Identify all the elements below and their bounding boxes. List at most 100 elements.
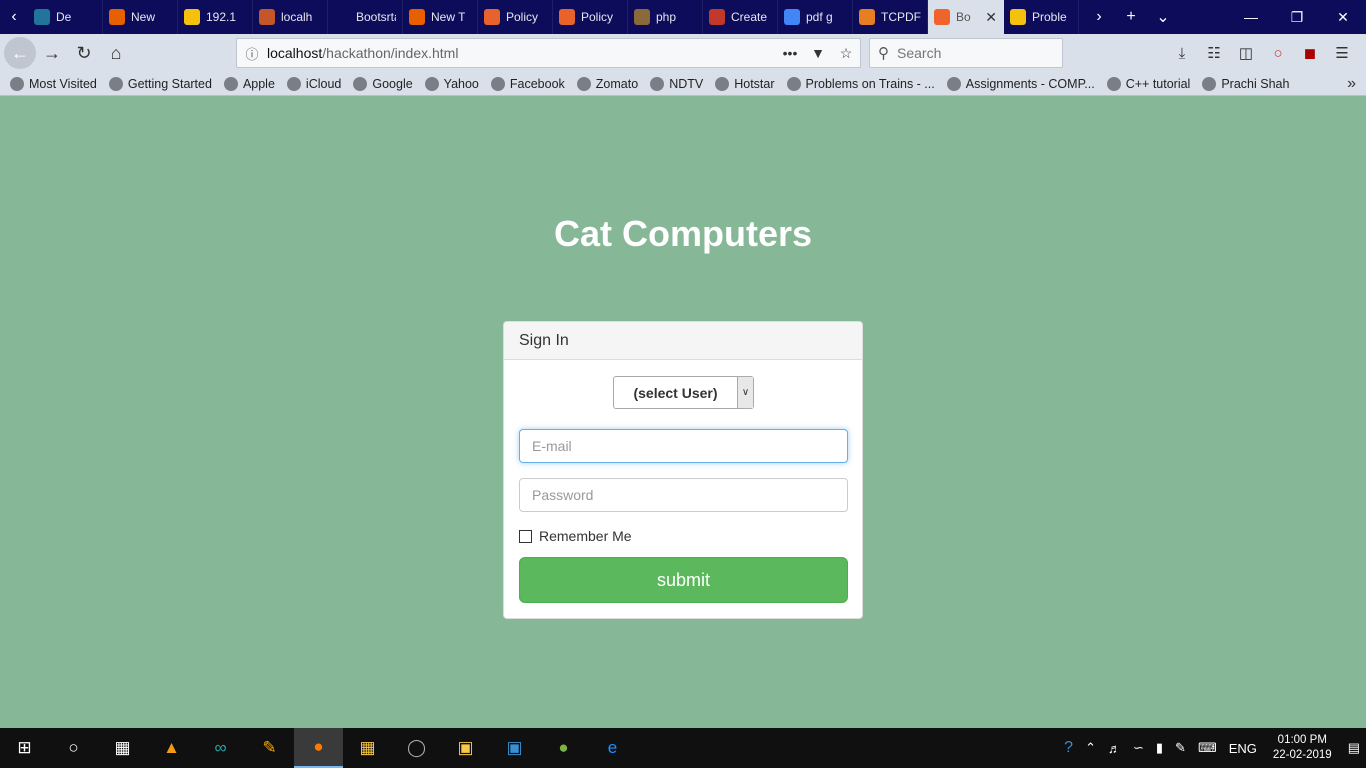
sublime-icon[interactable]: ✎ [245,728,294,768]
downloads-icon[interactable]: ⤓ [1166,38,1198,68]
site-info-icon[interactable]: ⓘ [237,44,267,63]
tab-label: 192.1 [206,10,237,24]
browser-tab[interactable]: Policy [553,0,628,34]
google-icon [353,76,368,91]
bookmark-item[interactable]: Facebook [490,76,565,91]
keyboard-icon[interactable]: ⌨ [1192,740,1223,756]
url-host: localhost [267,45,323,61]
help-icon[interactable]: ? [1058,739,1079,757]
remember-me-label[interactable]: Remember Me [539,528,632,544]
new-tab-icon[interactable]: + [1115,8,1147,26]
bookmark-item[interactable]: Problems on Trains - ... [786,76,935,91]
more-bookmarks-icon[interactable]: » [1347,75,1356,93]
library-icon[interactable]: ☷ [1198,38,1230,68]
extension-w-icon[interactable]: ○ [1262,38,1294,68]
list-all-tabs-icon[interactable]: ⌄ [1147,7,1179,27]
tab-label: pdf g [806,10,833,24]
navigation-toolbar: ← → ↻ ⌂ ⓘ localhost/hackathon/index.html… [0,34,1366,72]
android-studio-icon[interactable]: ● [539,728,588,768]
store-icon[interactable]: ▦ [98,728,147,768]
bookmark-item[interactable]: Prachi Shah [1202,76,1289,91]
submit-button[interactable]: submit [519,557,848,603]
bookmark-item[interactable]: NDTV [650,76,703,91]
cortana-search-icon[interactable]: ○ [49,728,98,768]
bookmark-label: Facebook [509,76,565,91]
user-type-select[interactable]: (select User) ∨ [613,376,754,409]
language-indicator[interactable]: ENG [1223,741,1263,756]
bookmark-item[interactable]: Assignments - COMP... [946,76,1095,91]
page-actions-icon[interactable]: ••• [776,45,804,62]
bookmark-list: Most Visited Getting Started Apple iCloud Go… [10,76,1301,91]
dm-icon [709,9,725,25]
browser-tab[interactable]: New T [403,0,478,34]
sidebar-icon[interactable]: ◫ [1230,38,1262,68]
browser-tab[interactable]: Create [703,0,778,34]
warning-icon [184,9,200,25]
xampp-taskbar-icon[interactable]: ▣ [441,728,490,768]
tray-expand-icon[interactable]: ⌃ [1079,740,1102,756]
close-tab-icon[interactable]: ✕ [985,9,997,26]
pocket-icon[interactable]: ▼ [804,45,832,62]
browser-tab[interactable]: Bo ✕ [928,0,1004,34]
tab-label: Bo [956,10,971,24]
browser-tab[interactable]: Bootsrtap [328,0,403,34]
windows-start-icon[interactable]: ⊞ [0,728,49,768]
close-window-icon[interactable]: ✕ [1320,0,1366,34]
bookmark-item[interactable]: Google [353,76,413,91]
address-bar[interactable]: ⓘ localhost/hackathon/index.html ••• ▼ ☆ [236,38,861,68]
browser-tab[interactable]: pdf g [778,0,853,34]
browser-tab[interactable]: New [103,0,178,34]
swoosh-icon [484,9,500,25]
pen-icon[interactable]: ✎ [1169,740,1192,756]
reload-icon[interactable]: ↻ [68,37,100,69]
battery-icon[interactable]: ▮ [1150,740,1169,756]
bookmark-item[interactable]: Apple [223,76,275,91]
firefox-icon [108,76,123,91]
bookmark-item[interactable]: iCloud [286,76,341,91]
tab-scroll-right-icon[interactable]: › [1083,8,1115,26]
chrome-like-icon[interactable]: ◯ [392,728,441,768]
tab-scroll-left-icon[interactable]: ‹ [0,0,28,34]
home-icon[interactable]: ⌂ [100,37,132,69]
bookmark-item[interactable]: Getting Started [108,76,212,91]
file-explorer-icon[interactable]: ▦ [343,728,392,768]
bookmark-item[interactable]: Hotstar [715,76,775,91]
internet-explorer-icon[interactable]: e [588,728,637,768]
remember-me-row: Remember Me [519,528,632,544]
firefox-taskbar-icon[interactable]: ● [294,728,343,768]
browser-tab[interactable]: Proble [1004,0,1079,34]
remember-me-checkbox[interactable] [519,529,532,543]
notifications-icon[interactable]: ▤ [1342,740,1366,756]
email-field[interactable] [519,429,848,463]
browser-tab[interactable]: De [28,0,103,34]
app-window-icon[interactable]: ▣ [490,728,539,768]
ublock-icon[interactable]: ◼ [1294,38,1326,68]
browser-tab[interactable]: TCPDF [853,0,928,34]
bookmark-item[interactable]: Most Visited [10,76,97,91]
bookmark-item[interactable]: Yahoo [424,76,479,91]
bookmark-star-icon[interactable]: ☆ [832,45,860,62]
arduino-icon[interactable]: ∞ [196,728,245,768]
vlc-icon[interactable]: ▲ [147,728,196,768]
bookmark-label: Yahoo [443,76,479,91]
bookmark-item[interactable]: Zomato [576,76,638,91]
forward-icon[interactable]: → [36,37,68,69]
volume-icon[interactable]: ♬ [1102,741,1127,756]
clock[interactable]: 01:00 PM 22-02-2019 [1263,733,1342,763]
password-field[interactable] [519,478,848,512]
menu-icon[interactable]: ☰ [1326,38,1358,68]
back-icon[interactable]: ← [4,37,36,69]
restore-icon[interactable]: ❐ [1274,0,1320,34]
browser-tab[interactable]: Policy [478,0,553,34]
tab-label: Proble [1032,10,1067,24]
browser-tab[interactable]: 192.1 [178,0,253,34]
tab-label: Policy [506,10,539,24]
minimize-icon[interactable]: — [1228,0,1274,34]
bookmark-item[interactable]: C++ tutorial [1106,76,1190,91]
browser-tab[interactable]: localh [253,0,328,34]
select-value: (select User) [633,384,718,401]
browser-tab[interactable]: php [628,0,703,34]
wifi-icon[interactable]: ∽ [1127,740,1150,756]
search-bar[interactable]: ⚲ [869,38,1063,68]
search-input[interactable] [897,45,1047,61]
